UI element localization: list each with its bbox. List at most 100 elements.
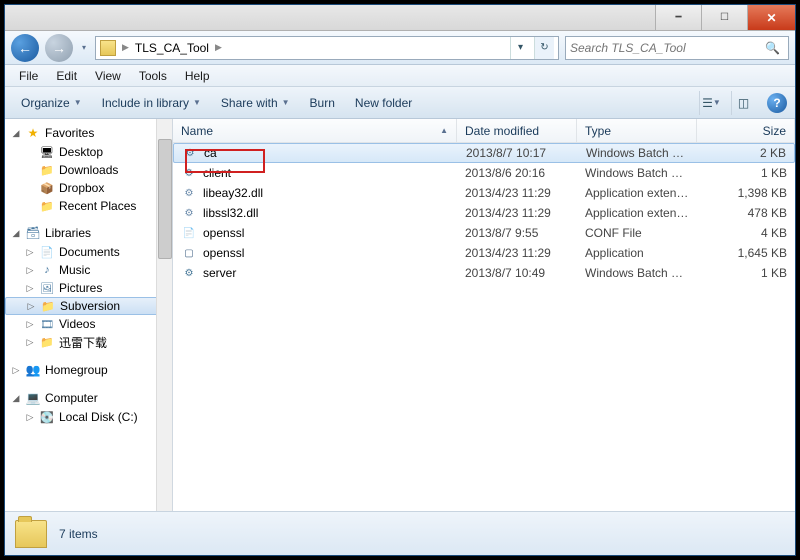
- sidebar-item-videos[interactable]: ▷🎞Videos: [5, 315, 172, 333]
- history-dropdown[interactable]: ▾: [79, 38, 89, 58]
- collapse-icon[interactable]: ◢: [11, 128, 21, 139]
- file-type: Windows Batch File: [578, 146, 698, 160]
- expand-icon[interactable]: ▷: [26, 301, 36, 312]
- file-type: Application extens...: [577, 206, 697, 220]
- sidebar-item-dropbox[interactable]: 📦Dropbox: [5, 179, 172, 197]
- libraries-icon: 🗃: [25, 225, 41, 241]
- sidebar-scrollbar[interactable]: [156, 119, 172, 511]
- menu-view[interactable]: View: [87, 67, 129, 85]
- sidebar-item-subversion[interactable]: ▷📁Subversion: [5, 297, 172, 315]
- sidebar-item-xunlei[interactable]: ▷📁迅雷下载: [5, 333, 172, 352]
- explorer-window: ━ ☐ ✕ ← → ▾ ▶ TLS_CA_Tool ▶ ▾ ↻ 🔍 File E…: [4, 4, 796, 556]
- file-icon: ⚙: [181, 205, 197, 221]
- file-name: client: [203, 166, 231, 180]
- sidebar-favorites[interactable]: ◢ ★ Favorites: [5, 123, 172, 143]
- file-row[interactable]: ⚙ca2013/8/7 10:17Windows Batch File2 KB: [173, 143, 795, 163]
- expand-icon[interactable]: ▷: [25, 337, 35, 348]
- expand-icon[interactable]: ▷: [25, 247, 35, 258]
- file-type: Windows Batch File: [577, 266, 697, 280]
- file-row[interactable]: 📄openssl2013/8/7 9:55CONF File4 KB: [173, 223, 795, 243]
- file-list-pane: Name▲ Date modified Type Size ⚙ca2013/8/…: [173, 119, 795, 511]
- collapse-icon[interactable]: ◢: [11, 228, 21, 239]
- recent-icon: 📁: [39, 198, 55, 214]
- file-date: 2013/4/23 11:29: [457, 186, 577, 200]
- preview-pane-button[interactable]: ◫: [731, 91, 755, 115]
- minimize-button[interactable]: ━: [655, 5, 701, 30]
- refresh-button[interactable]: ↻: [534, 37, 554, 59]
- file-name: openssl: [203, 246, 244, 260]
- menu-help[interactable]: Help: [177, 67, 218, 85]
- expand-icon[interactable]: ▷: [25, 412, 35, 423]
- burn-button[interactable]: Burn: [302, 92, 343, 114]
- expand-icon[interactable]: ▷: [25, 283, 35, 294]
- expand-icon[interactable]: ▷: [25, 265, 35, 276]
- sidebar-item-desktop[interactable]: 🖥Desktop: [5, 143, 172, 161]
- file-size: 478 KB: [697, 206, 795, 220]
- file-icon: ⚙: [181, 165, 197, 181]
- command-bar: Organize▼ Include in library▼ Share with…: [5, 87, 795, 119]
- file-date: 2013/8/6 20:16: [457, 166, 577, 180]
- sidebar-computer[interactable]: ◢ 💻 Computer: [5, 388, 172, 408]
- scrollbar-thumb[interactable]: [158, 139, 172, 259]
- sidebar-libraries[interactable]: ◢ 🗃 Libraries: [5, 223, 172, 243]
- sidebar-item-recent[interactable]: 📁Recent Places: [5, 197, 172, 215]
- file-size: 1,398 KB: [697, 186, 795, 200]
- back-button[interactable]: ←: [11, 34, 39, 62]
- arrow-right-icon: →: [52, 40, 66, 56]
- sidebar-item-pictures[interactable]: ▷🖼Pictures: [5, 279, 172, 297]
- file-type: Windows Batch File: [577, 166, 697, 180]
- expand-icon[interactable]: ▷: [25, 319, 35, 330]
- file-name: libssl32.dll: [203, 206, 258, 220]
- folder-icon: 📁: [39, 335, 55, 351]
- nav-bar: ← → ▾ ▶ TLS_CA_Tool ▶ ▾ ↻ 🔍: [5, 31, 795, 65]
- help-button[interactable]: ?: [767, 93, 787, 113]
- column-date[interactable]: Date modified: [457, 119, 577, 142]
- search-box[interactable]: 🔍: [565, 36, 789, 60]
- sidebar-homegroup[interactable]: ▷ 👥 Homegroup: [5, 360, 172, 380]
- menu-edit[interactable]: Edit: [48, 67, 85, 85]
- file-row[interactable]: ⚙server2013/8/7 10:49Windows Batch File1…: [173, 263, 795, 283]
- file-type: CONF File: [577, 226, 697, 240]
- address-bar[interactable]: ▶ TLS_CA_Tool ▶ ▾ ↻: [95, 36, 559, 60]
- content-area: ◢ ★ Favorites 🖥Desktop 📁Downloads 📦Dropb…: [5, 119, 795, 511]
- expand-icon[interactable]: ▷: [11, 365, 21, 376]
- sidebar-item-documents[interactable]: ▷📄Documents: [5, 243, 172, 261]
- search-input[interactable]: [570, 41, 761, 55]
- folder-icon: [100, 40, 116, 56]
- chevron-right-icon: ▶: [120, 42, 131, 53]
- search-icon[interactable]: 🔍: [761, 41, 784, 55]
- breadcrumb-segment[interactable]: TLS_CA_Tool: [135, 41, 209, 55]
- file-row[interactable]: ▢openssl2013/4/23 11:29Application1,645 …: [173, 243, 795, 263]
- close-icon: ✕: [766, 11, 776, 25]
- file-name: libeay32.dll: [203, 186, 263, 200]
- menu-bar: File Edit View Tools Help: [5, 65, 795, 87]
- column-name[interactable]: Name▲: [173, 119, 457, 142]
- menu-tools[interactable]: Tools: [131, 67, 175, 85]
- close-button[interactable]: ✕: [747, 5, 795, 30]
- column-size[interactable]: Size: [697, 119, 795, 142]
- sort-asc-icon: ▲: [440, 126, 448, 135]
- new-folder-button[interactable]: New folder: [347, 92, 420, 114]
- sidebar-item-music[interactable]: ▷♪Music: [5, 261, 172, 279]
- file-icon: ▢: [181, 245, 197, 261]
- videos-icon: 🎞: [39, 316, 55, 332]
- organize-button[interactable]: Organize▼: [13, 92, 90, 114]
- share-with-button[interactable]: Share with▼: [213, 92, 298, 114]
- file-row[interactable]: ⚙libeay32.dll2013/4/23 11:29Application …: [173, 183, 795, 203]
- sidebar-item-localdisk-c[interactable]: ▷💽Local Disk (C:): [5, 408, 172, 426]
- menu-file[interactable]: File: [11, 67, 46, 85]
- file-date: 2013/8/7 9:55: [457, 226, 577, 240]
- sidebar-item-downloads[interactable]: 📁Downloads: [5, 161, 172, 179]
- file-row[interactable]: ⚙client2013/8/6 20:16Windows Batch File1…: [173, 163, 795, 183]
- collapse-icon[interactable]: ◢: [11, 393, 21, 404]
- include-library-button[interactable]: Include in library▼: [94, 92, 209, 114]
- maximize-button[interactable]: ☐: [701, 5, 747, 30]
- file-row[interactable]: ⚙libssl32.dll2013/4/23 11:29Application …: [173, 203, 795, 223]
- view-options-button[interactable]: ☰ ▼: [699, 91, 723, 115]
- star-icon: ★: [25, 125, 41, 141]
- address-dropdown[interactable]: ▾: [510, 37, 530, 59]
- file-size: 4 KB: [697, 226, 795, 240]
- disk-icon: 💽: [39, 409, 55, 425]
- column-type[interactable]: Type: [577, 119, 697, 142]
- forward-button[interactable]: →: [45, 34, 73, 62]
